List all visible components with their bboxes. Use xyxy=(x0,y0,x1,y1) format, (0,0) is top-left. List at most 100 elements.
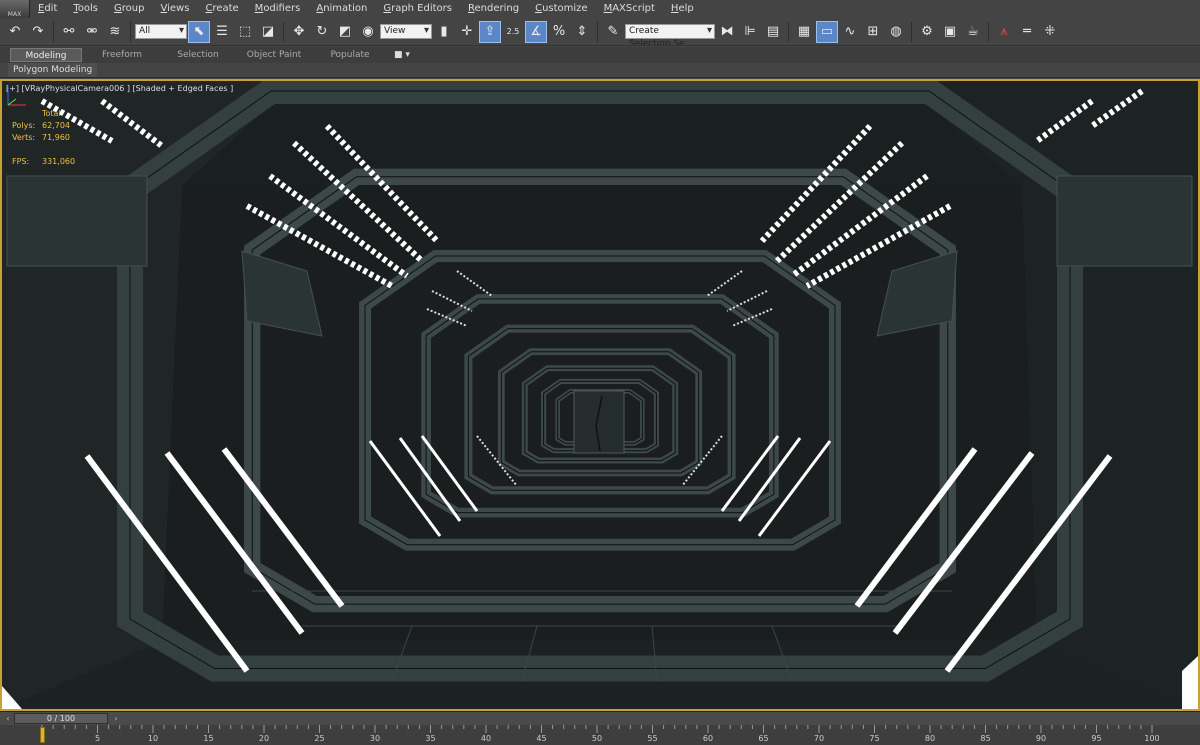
track-tick-label: 85 xyxy=(980,734,991,743)
select-by-name-icon[interactable]: ☰ xyxy=(211,21,233,43)
menu-group[interactable]: Group xyxy=(106,0,152,18)
pivot-icon[interactable]: ▮ xyxy=(433,21,455,43)
vray-settings-icon[interactable]: ⁜ xyxy=(1039,21,1061,43)
track-tick-label: 100 xyxy=(1144,734,1160,743)
verts-label: Verts: xyxy=(12,133,36,142)
reference-coord-dropdown[interactable]: View xyxy=(380,24,432,39)
prev-frame-button[interactable]: ‹ xyxy=(2,713,14,724)
material-editor-icon[interactable]: ◍ xyxy=(885,21,907,43)
track-tick-label: 20 xyxy=(258,734,270,743)
select-object-icon[interactable]: ⬉ xyxy=(188,20,210,43)
axis-gizmo xyxy=(7,87,26,106)
track-tick-label: 95 xyxy=(1091,734,1102,743)
tab-modeling[interactable]: Modeling xyxy=(10,48,82,62)
spinner-snap-icon[interactable]: ⇕ xyxy=(571,21,593,43)
menu-help[interactable]: Help xyxy=(663,0,702,18)
align-icon[interactable]: ⊫ xyxy=(739,21,761,43)
polys-value: 62,704 xyxy=(42,121,70,130)
polygon-modeling-panel[interactable]: Polygon Modeling xyxy=(8,63,98,77)
undo-icon[interactable]: ↶ xyxy=(4,21,26,43)
scale-icon[interactable]: ◩ xyxy=(334,21,356,43)
menu-views[interactable]: Views xyxy=(152,0,197,18)
time-slider[interactable]: ‹ 0 / 100 › xyxy=(0,711,1200,725)
select-manipulate-icon[interactable]: ✛ xyxy=(456,21,478,43)
ribbon-panel: Polygon Modeling xyxy=(0,63,1200,78)
rendered-frame-icon[interactable]: ▣ xyxy=(939,21,961,43)
rect-selection-icon[interactable]: ⬚ xyxy=(234,21,256,43)
vray-frame-buffer-icon[interactable]: ═ xyxy=(1016,21,1038,43)
time-slider-thumb[interactable]: 0 / 100 xyxy=(14,713,108,724)
current-frame-marker[interactable] xyxy=(40,727,45,743)
tab-freeform[interactable]: Freeform xyxy=(86,48,158,62)
track-tick-label: 40 xyxy=(480,734,492,743)
bind-spacewarp-icon[interactable]: ≋ xyxy=(104,21,126,43)
angle-snap-icon[interactable]: ∡ xyxy=(525,20,547,43)
render-production-icon[interactable]: ☕ xyxy=(962,21,984,43)
fps-label: FPS: xyxy=(12,157,30,166)
schematic-view-icon[interactable]: ⊞ xyxy=(862,21,884,43)
next-frame-button[interactable]: › xyxy=(110,713,122,724)
menu-customize[interactable]: Customize xyxy=(527,0,596,18)
layer-manager-icon[interactable]: ▤ xyxy=(762,21,784,43)
unlink-icon[interactable]: ⚮ xyxy=(81,21,103,43)
track-tick-label: 55 xyxy=(647,734,658,743)
app-logo[interactable]: MAX xyxy=(0,0,30,18)
window-crossing-icon[interactable]: ◪ xyxy=(257,21,279,43)
polys-label: Polys: xyxy=(12,121,36,130)
toolbar-divider xyxy=(283,21,284,42)
track-tick-label: 80 xyxy=(924,734,936,743)
menu-tools[interactable]: Tools xyxy=(65,0,106,18)
ribbon-options-button[interactable]: ■ ▾ xyxy=(394,50,410,60)
main-toolbar: ↶ ↷ ⚯ ⚮ ≋ All ⬉ ☰ ⬚ ◪ ✥ ↻ ◩ ◉ View ▮ ✛ ⇪… xyxy=(0,18,1200,46)
track-tick-label: 75 xyxy=(869,734,880,743)
percent-snap-icon[interactable]: % xyxy=(548,21,570,43)
verts-value: 71,960 xyxy=(42,133,70,142)
corridor-render xyxy=(2,81,1198,709)
selection-filter-dropdown[interactable]: All xyxy=(135,24,187,39)
ribbon-toggle-icon[interactable]: ▭ xyxy=(816,20,838,43)
vray-icon[interactable]: ⩚ xyxy=(993,21,1015,43)
track-bar[interactable]: 5 10 15 20 25 30 35 40 45 50 55 60 65 70 75 80 85 90 95 100 xyxy=(0,725,1200,745)
scene-explorer-icon[interactable]: ▦ xyxy=(793,21,815,43)
mirror-icon[interactable]: ⧓ xyxy=(716,21,738,43)
track-tick-label: 10 xyxy=(147,734,159,743)
named-selection-dropdown[interactable]: Create Selection Se xyxy=(625,24,715,45)
rotate-icon[interactable]: ↻ xyxy=(311,21,333,43)
menu-maxscript[interactable]: MAXScript xyxy=(596,0,663,18)
menu-edit[interactable]: Edit xyxy=(30,0,65,18)
menu-animation[interactable]: Animation xyxy=(308,0,375,18)
track-tick-label: 5 xyxy=(94,734,101,743)
render-setup-icon[interactable]: ⚙ xyxy=(916,21,938,43)
track-tick-label: 50 xyxy=(591,734,603,743)
track-tick-label: 25 xyxy=(314,734,325,743)
edit-named-selection-icon[interactable]: ✎ xyxy=(602,21,624,43)
menu-create[interactable]: Create xyxy=(197,0,246,18)
toolbar-divider xyxy=(788,21,789,42)
menu-modifiers[interactable]: Modifiers xyxy=(247,0,309,18)
link-icon[interactable]: ⚯ xyxy=(58,21,80,43)
track-tick-label: 30 xyxy=(369,734,381,743)
toolbar-divider xyxy=(911,21,912,42)
keyboard-shortcut-icon[interactable]: ⇪ xyxy=(479,20,501,43)
snap-icon[interactable]: 2.5 xyxy=(502,21,524,43)
app-logo-text: MAX xyxy=(7,11,22,18)
viewport-statistics: Total Polys: 62,704 Verts: 71,960 FPS: 331,… xyxy=(12,108,75,168)
toolbar-divider xyxy=(53,21,54,42)
track-tick-label: 15 xyxy=(203,734,214,743)
place-icon[interactable]: ◉ xyxy=(357,21,379,43)
ribbon-tabs: Modeling Freeform Selection Object Paint… xyxy=(0,47,1200,63)
redo-icon[interactable]: ↷ xyxy=(27,21,49,43)
track-tick-label: 35 xyxy=(425,734,436,743)
camera-viewport[interactable]: [+] [VRayPhysicalCamera006 ] [Shaded + E… xyxy=(0,79,1200,711)
toolbar-divider xyxy=(597,21,598,42)
toolbar-divider xyxy=(130,21,131,42)
menu-rendering[interactable]: Rendering xyxy=(460,0,527,18)
tab-object-paint[interactable]: Object Paint xyxy=(238,48,310,62)
curve-editor-icon[interactable]: ∿ xyxy=(839,21,861,43)
tab-populate[interactable]: Populate xyxy=(314,48,386,62)
move-icon[interactable]: ✥ xyxy=(288,21,310,43)
viewport-label[interactable]: [+] [VRayPhysicalCamera006 ] [Shaded + E… xyxy=(6,84,233,93)
menu-bar: MAX Edit Tools Group Views Create Modifi… xyxy=(0,0,1200,18)
tab-selection[interactable]: Selection xyxy=(162,48,234,62)
menu-graph-editors[interactable]: Graph Editors xyxy=(375,0,460,18)
